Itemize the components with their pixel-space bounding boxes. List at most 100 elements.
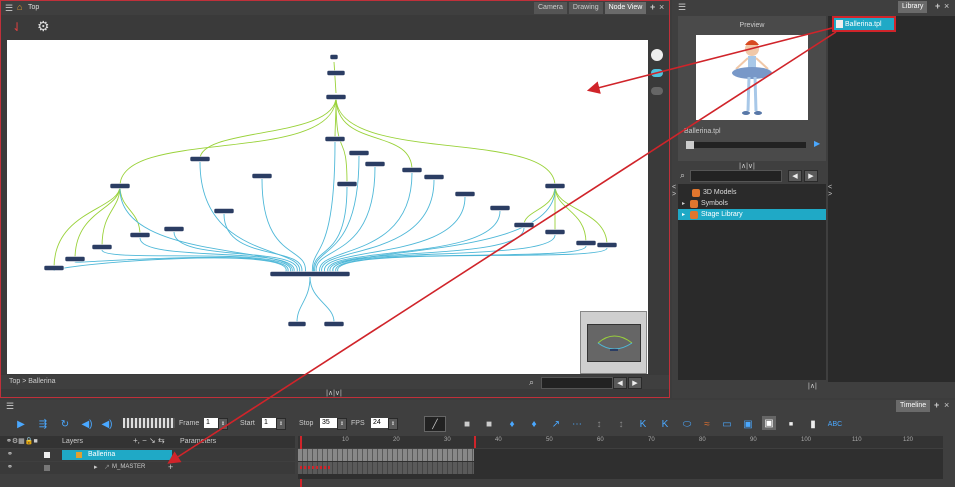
prev-button[interactable]: ◀	[613, 377, 627, 389]
node[interactable]	[43, 265, 65, 271]
node-view-collapse-handle[interactable]: |∧|∨|	[319, 389, 349, 397]
top-node[interactable]	[329, 54, 339, 60]
playback-handle[interactable]	[686, 141, 694, 149]
add-view-icon[interactable]: +	[934, 400, 939, 410]
keyframe-icon[interactable]: ■	[460, 417, 474, 431]
frame-ruler[interactable]: 10 20 30 40 50 60 70 80 90 100 110 120	[298, 436, 943, 487]
output-node[interactable]	[287, 321, 307, 327]
tree-collapse-handle[interactable]: |∧|	[808, 382, 824, 390]
library-file-item[interactable]: Ballerina.tpl	[832, 16, 896, 32]
composite-node[interactable]	[269, 271, 351, 277]
add-view-icon[interactable]: +	[650, 2, 655, 12]
tree-item-symbols[interactable]: ▸ Symbols	[678, 198, 826, 209]
node[interactable]	[401, 167, 423, 173]
layer-row-ballerina[interactable]: ⚭ Ballerina	[0, 449, 295, 461]
layer-lock-checkbox[interactable]	[44, 465, 50, 471]
film-icon[interactable]: ▭	[720, 417, 734, 431]
layer-visibility-icon[interactable]: ⚭	[7, 450, 13, 458]
node[interactable]	[213, 208, 235, 214]
node[interactable]	[129, 232, 151, 238]
add-view-icon[interactable]: +	[935, 1, 940, 11]
next-button[interactable]: ▶	[804, 170, 818, 182]
play-icon[interactable]: ▶	[14, 417, 28, 431]
close-view-icon[interactable]: ×	[944, 400, 949, 410]
node[interactable]	[489, 205, 511, 211]
library-search-input[interactable]	[690, 170, 782, 182]
node[interactable]	[596, 242, 618, 248]
key-back-icon[interactable]: K	[636, 417, 650, 431]
drawing-icon[interactable]: ■	[482, 417, 496, 431]
dot-icon[interactable]: ■	[784, 417, 798, 431]
expand-icon[interactable]: ▸	[94, 463, 98, 471]
script-icon[interactable]: ABC	[828, 417, 842, 431]
layer-lock-checkbox[interactable]	[44, 452, 50, 458]
timeline-cells[interactable]	[298, 449, 943, 479]
close-view-icon[interactable]: ×	[659, 2, 664, 12]
root-node[interactable]	[325, 94, 347, 100]
gear-icon[interactable]: ⚙	[37, 18, 50, 35]
motion-icon[interactable]: ↗	[549, 417, 563, 431]
node[interactable]	[544, 183, 566, 189]
node-view-breadcrumb[interactable]: Top	[28, 4, 39, 11]
tab-library[interactable]: Library	[898, 1, 928, 13]
eye-icon[interactable]	[651, 69, 663, 77]
stop-field[interactable]: 35	[320, 418, 338, 428]
tab-drawing[interactable]: Drawing	[568, 2, 603, 14]
menu-icon[interactable]: ☰	[6, 401, 14, 412]
node[interactable]	[64, 256, 86, 262]
display-icon[interactable]	[651, 49, 663, 61]
home-icon[interactable]: ⌂	[17, 2, 22, 12]
key-forward-icon[interactable]: K	[658, 417, 672, 431]
node[interactable]	[109, 183, 131, 189]
layer-add-remove-icons[interactable]: +, − ↘ ⇆	[133, 436, 165, 445]
menu-icon[interactable]: ☰	[5, 3, 13, 14]
step-icon[interactable]: ⇶	[36, 417, 50, 431]
add-node-icon[interactable]: ⇃	[12, 20, 22, 34]
layer-name-cell[interactable]: Ballerina	[62, 450, 172, 460]
page-icon[interactable]: ▮	[806, 417, 820, 431]
tab-timeline[interactable]: Timeline	[896, 400, 931, 412]
node[interactable]	[364, 161, 386, 167]
node[interactable]	[544, 229, 566, 235]
stop-motion-icon[interactable]: ⋯	[570, 417, 584, 431]
navigator-thumbnail[interactable]	[580, 311, 647, 374]
tree-item-3d-models[interactable]: 3D Models	[678, 187, 826, 198]
add-layer-icon[interactable]: +	[168, 462, 173, 472]
stop-marker[interactable]	[474, 436, 476, 448]
fps-stepper[interactable]: ⇕	[388, 418, 398, 430]
expand-icon[interactable]: ▸	[682, 200, 685, 207]
expand-icon[interactable]: ▸	[682, 211, 685, 218]
tab-node-view[interactable]: Node View	[604, 2, 647, 14]
camera-icon[interactable]: ▣	[741, 417, 755, 431]
node[interactable]	[454, 191, 476, 197]
sound-icon[interactable]: ◀)	[80, 417, 94, 431]
line-style-swatch[interactable]: ╱	[424, 416, 446, 432]
frame-slider[interactable]	[123, 418, 175, 428]
loop-icon[interactable]: ↻	[58, 417, 72, 431]
add-keyframe-icon[interactable]: ♦	[505, 417, 519, 431]
layer-row-master[interactable]: ⚭ ▸ ↗ M_MASTER +	[0, 462, 295, 474]
close-view-icon[interactable]: ×	[944, 1, 949, 11]
tree-item-stage-library[interactable]: ▸ Stage Library	[678, 209, 826, 220]
ease-out-icon[interactable]: ↕	[614, 417, 628, 431]
layer-visibility-icon[interactable]: ⚭	[7, 463, 13, 471]
side-collapse-right[interactable]: < >	[828, 184, 834, 224]
remove-keyframe-icon[interactable]: ♦	[527, 417, 541, 431]
node[interactable]	[513, 222, 535, 228]
node[interactable]	[189, 156, 211, 162]
play-icon[interactable]: ▶	[814, 139, 820, 148]
next-button[interactable]: ▶	[628, 377, 642, 389]
node[interactable]	[575, 240, 597, 246]
side-collapse-left[interactable]: < >	[672, 184, 678, 224]
node[interactable]	[324, 136, 346, 142]
panel-collapse-handle[interactable]: |∧|∨|	[732, 162, 762, 170]
ease-icon[interactable]: ↕	[592, 417, 606, 431]
frame-stepper[interactable]: ⇕	[218, 418, 228, 430]
fps-field[interactable]: 24	[371, 418, 389, 428]
node[interactable]	[163, 226, 185, 232]
node[interactable]	[423, 174, 445, 180]
node[interactable]	[251, 173, 273, 179]
node-view-canvas[interactable]	[7, 40, 648, 374]
node[interactable]	[91, 244, 113, 250]
preview-playback-slider[interactable]	[686, 141, 806, 149]
